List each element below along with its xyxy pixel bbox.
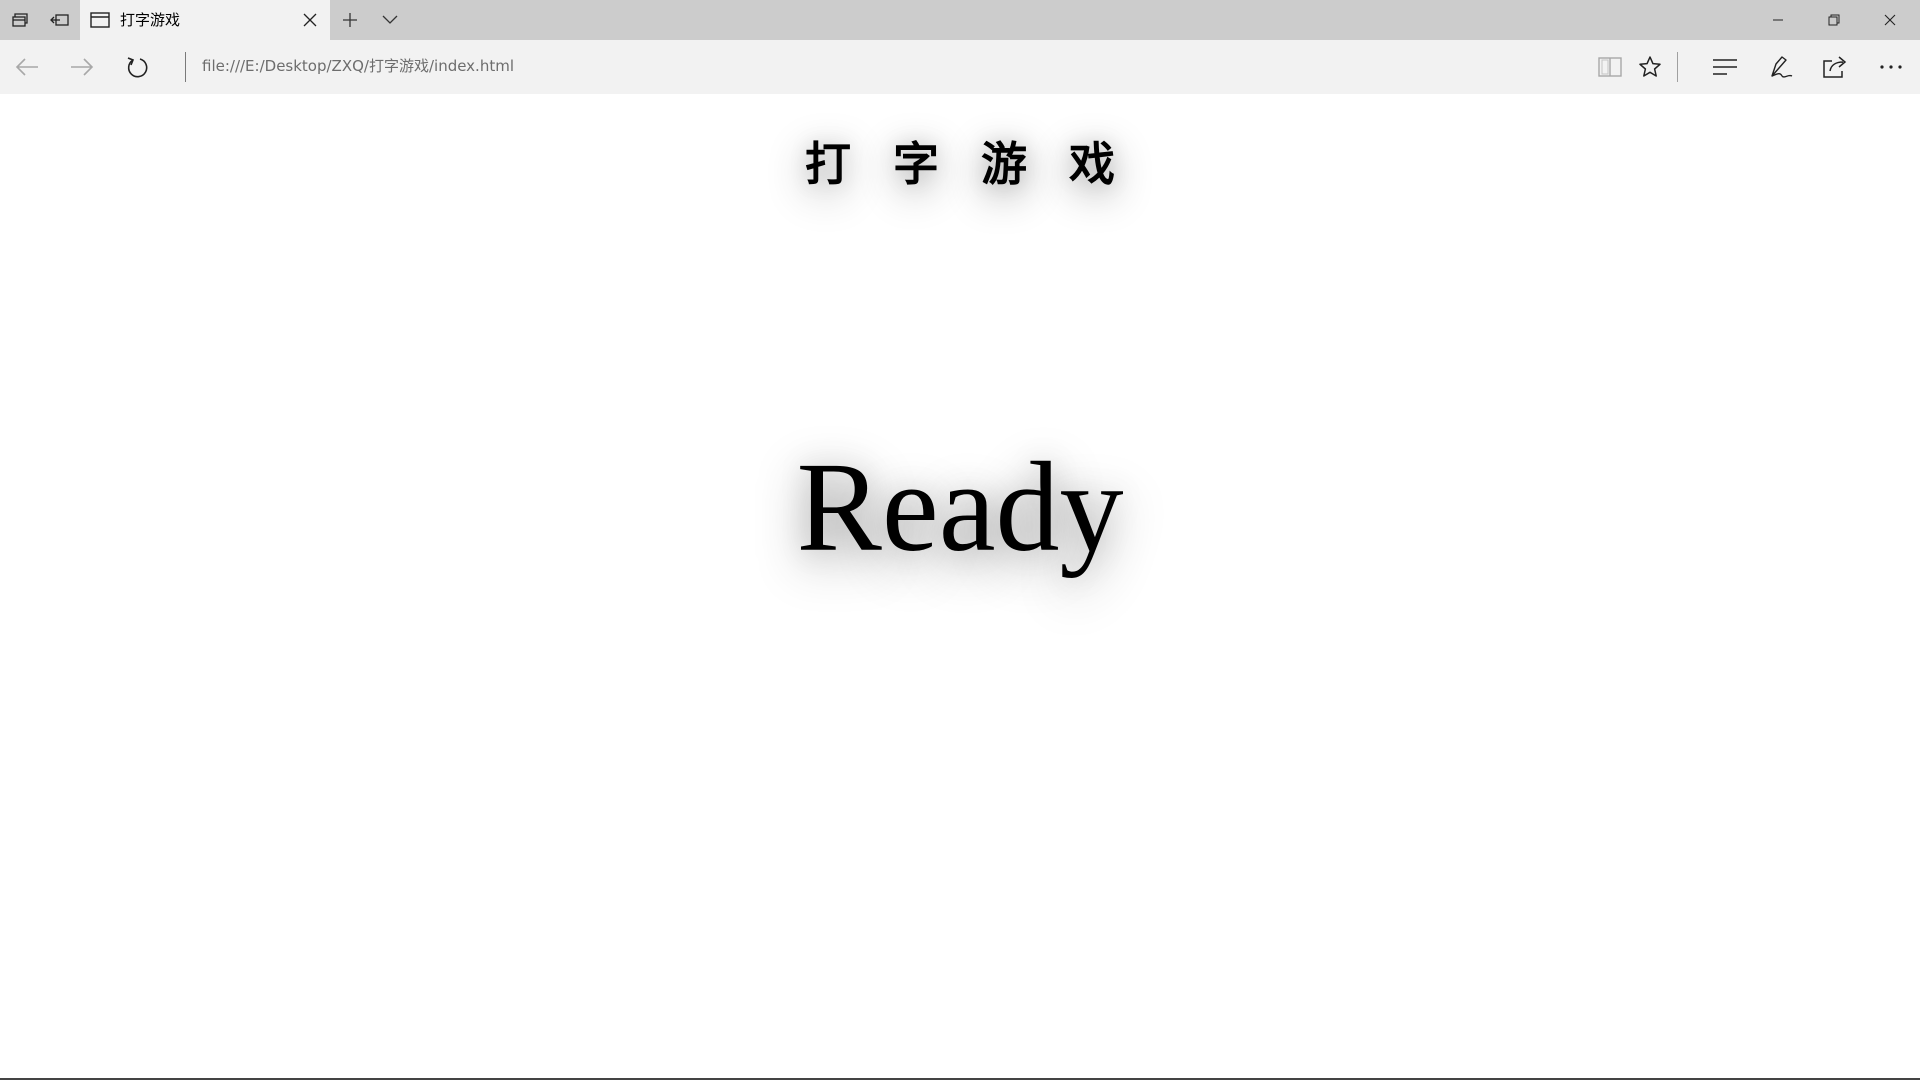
set-aside-tabs-icon: [11, 11, 29, 29]
tab-title: 打字游戏: [120, 11, 181, 29]
more-button[interactable]: [1867, 44, 1915, 90]
refresh-icon: [125, 55, 149, 79]
new-tab-button[interactable]: [330, 0, 370, 40]
window-close-button[interactable]: [1862, 0, 1918, 40]
page-content: 打字游戏 Ready: [0, 94, 1920, 1078]
page-title: 打字游戏: [805, 137, 1157, 191]
minimize-button[interactable]: [1750, 0, 1806, 40]
browser-window: 打字游戏 file:///E:/Desktop/ZXQ/打字游戏/index.h…: [0, 0, 1920, 1080]
tab-close-button[interactable]: [290, 0, 330, 40]
close-icon: [303, 13, 317, 27]
reading-view-icon: [1598, 56, 1622, 78]
favorite-button[interactable]: [1626, 44, 1674, 90]
hub-button[interactable]: [1701, 44, 1749, 90]
forward-arrow-icon: [70, 57, 94, 77]
share-button[interactable]: [1811, 44, 1859, 90]
address-separator: [185, 52, 186, 82]
refresh-button[interactable]: [113, 44, 161, 90]
star-icon: [1638, 55, 1662, 79]
more-icon: [1879, 64, 1903, 70]
close-icon: [1884, 14, 1896, 26]
page-icon: [90, 10, 110, 30]
game-status-text: Ready: [796, 436, 1124, 578]
tab-active[interactable]: 打字游戏: [80, 0, 330, 40]
forward-button[interactable]: [58, 44, 106, 90]
tab-preview-button[interactable]: [370, 0, 410, 40]
address-bar-url[interactable]: file:///E:/Desktop/ZXQ/打字游戏/index.html: [202, 40, 1552, 94]
plus-icon: [342, 12, 358, 28]
pen-icon: [1768, 54, 1794, 80]
back-arrow-icon: [15, 57, 39, 77]
chevron-down-icon: [382, 15, 398, 25]
minimize-icon: [1772, 14, 1784, 26]
hub-icon: [1712, 58, 1738, 76]
restore-button[interactable]: [1806, 0, 1862, 40]
navigation-bar: file:///E:/Desktop/ZXQ/打字游戏/index.html: [0, 40, 1920, 94]
restore-tabs-button[interactable]: [40, 0, 80, 40]
back-button[interactable]: [3, 44, 51, 90]
web-note-button[interactable]: [1757, 44, 1805, 90]
tab-strip: 打字游戏: [0, 0, 1920, 40]
restore-icon: [1828, 14, 1840, 26]
share-icon: [1822, 55, 1848, 79]
restore-tabs-icon: [50, 11, 70, 29]
set-aside-tabs-button[interactable]: [0, 0, 40, 40]
toolbar-separator: [1677, 52, 1678, 82]
